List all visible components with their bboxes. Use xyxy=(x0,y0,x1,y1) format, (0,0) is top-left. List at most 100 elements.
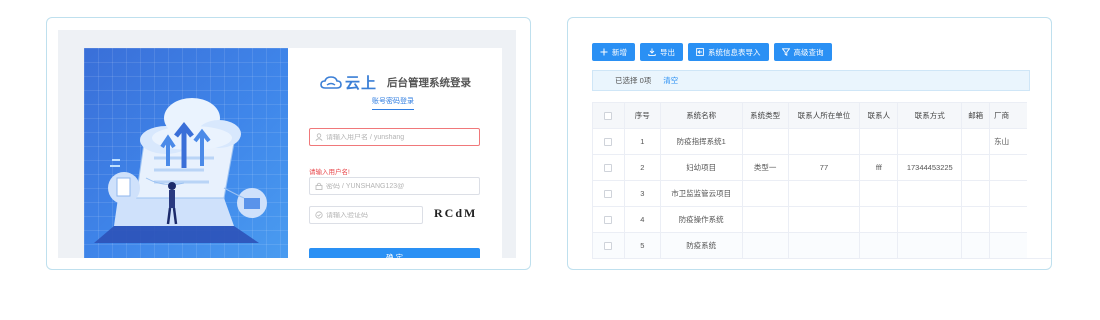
plus-icon xyxy=(600,48,608,56)
row-checkbox[interactable] xyxy=(604,190,613,198)
captcha-field[interactable] xyxy=(309,206,423,224)
cell-no: 3 xyxy=(623,180,661,207)
export-button[interactable]: 导出 xyxy=(640,43,683,61)
username-field[interactable] xyxy=(309,128,480,146)
row-select-cell[interactable] xyxy=(592,128,625,155)
column-header: 联系方式 xyxy=(897,102,963,129)
cell-name: 防疫操作系统 xyxy=(659,206,743,233)
toolbar: 新增 导出 系统信息表导入 高级查询 xyxy=(592,43,832,61)
select-all-checkbox[interactable] xyxy=(604,112,613,120)
selection-count: 已选择 0项 xyxy=(615,76,652,85)
username-input[interactable] xyxy=(326,133,466,141)
login-page-background: 云上 后台管理系统登录 账号密码登录 请输入用户名! xyxy=(58,30,516,258)
cell-unit xyxy=(787,180,861,207)
cell-phone xyxy=(897,180,963,207)
table-overflow-mask xyxy=(1027,98,1051,258)
cell-type: 类型一 xyxy=(741,154,789,181)
row-checkbox[interactable] xyxy=(604,164,613,172)
cell-no: 2 xyxy=(623,154,661,181)
advanced-search-button[interactable]: 高级查询 xyxy=(773,43,832,61)
brand-name: 云上 xyxy=(345,75,378,92)
cell-type xyxy=(741,128,789,155)
cell-name: 防疫指挥系统1 xyxy=(659,128,743,155)
brand-header: 云上 后台管理系统登录 xyxy=(320,72,471,93)
export-button-label: 导出 xyxy=(660,47,675,57)
row-select-cell[interactable] xyxy=(592,154,625,181)
username-error-message: 请输入用户名! xyxy=(309,169,350,176)
user-icon xyxy=(315,133,323,141)
cell-email xyxy=(961,180,991,207)
cell-unit xyxy=(787,232,861,259)
column-header: 系统名称 xyxy=(659,102,743,129)
password-field[interactable] xyxy=(309,177,480,195)
row-select-cell[interactable] xyxy=(592,180,625,207)
cloud-logo-icon xyxy=(320,75,342,89)
column-header: 联系人 xyxy=(859,102,899,129)
download-icon xyxy=(648,48,656,56)
systems-table: 序号 系统名称 系统类型 联系人所在单位 联系人 联系方式 邮箱 厂商 1 防疫… xyxy=(592,102,1051,259)
cell-no: 5 xyxy=(623,232,661,259)
row-checkbox[interactable] xyxy=(604,216,613,224)
column-header: 联系人所在单位 xyxy=(787,102,861,129)
clear-selection-link[interactable]: 清空 xyxy=(663,75,678,86)
login-screenshot-panel: 云上 后台管理系统登录 账号密码登录 请输入用户名! xyxy=(46,17,531,270)
cell-no: 4 xyxy=(623,206,661,233)
cell-email xyxy=(961,206,991,233)
import-button-label: 系统信息表导入 xyxy=(708,47,761,57)
table-row[interactable]: 4 防疫操作系统 xyxy=(592,206,1051,233)
cell-phone xyxy=(897,128,963,155)
cell-type xyxy=(741,180,789,207)
cell-name: 防疫系统 xyxy=(659,232,743,259)
column-header: 邮箱 xyxy=(961,102,991,129)
tab-account-password[interactable]: 账号密码登录 xyxy=(372,96,414,110)
table-row[interactable]: 5 防疫系统 xyxy=(592,232,1051,259)
cloud-laptop-illustration xyxy=(84,48,288,258)
advanced-search-button-label: 高级查询 xyxy=(793,47,824,57)
cell-email xyxy=(961,232,991,259)
cell-phone xyxy=(897,206,963,233)
cell-phone xyxy=(897,232,963,259)
row-select-cell[interactable] xyxy=(592,206,625,233)
add-button[interactable]: 新增 xyxy=(592,43,635,61)
table-row[interactable]: 2 妇幼项目 类型一 77 fff 17344453225 xyxy=(592,154,1051,181)
add-button-label: 新增 xyxy=(612,47,627,57)
import-button[interactable]: 系统信息表导入 xyxy=(688,43,769,61)
captcha-image[interactable]: RCdM xyxy=(434,206,477,221)
cell-contact xyxy=(859,232,899,259)
password-input[interactable] xyxy=(326,182,466,190)
cell-contact: fff xyxy=(859,154,899,181)
login-card: 云上 后台管理系统登录 账号密码登录 请输入用户名! xyxy=(288,48,502,258)
selection-info-bar: 已选择 0项 清空 xyxy=(592,70,1030,91)
cell-contact xyxy=(859,206,899,233)
cell-name: 妇幼项目 xyxy=(659,154,743,181)
row-checkbox[interactable] xyxy=(604,138,613,146)
import-icon xyxy=(696,48,704,56)
login-title: 后台管理系统登录 xyxy=(387,77,472,89)
cell-no: 1 xyxy=(623,128,661,155)
cell-unit xyxy=(787,128,861,155)
lock-icon xyxy=(315,182,323,190)
table-row[interactable]: 3 市卫监监管云项目 xyxy=(592,180,1051,207)
column-header: 系统类型 xyxy=(741,102,789,129)
cell-email xyxy=(961,128,991,155)
cell-type xyxy=(741,206,789,233)
cell-contact xyxy=(859,180,899,207)
cell-email xyxy=(961,154,991,181)
row-checkbox[interactable] xyxy=(604,242,613,250)
table-header-row: 序号 系统名称 系统类型 联系人所在单位 联系人 联系方式 邮箱 厂商 xyxy=(592,102,1051,129)
captcha-input[interactable] xyxy=(326,211,416,219)
cell-type xyxy=(741,232,789,259)
filter-icon xyxy=(781,48,790,56)
cell-unit: 77 xyxy=(787,154,861,181)
cell-name: 市卫监监管云项目 xyxy=(659,180,743,207)
cell-contact xyxy=(859,128,899,155)
column-header: 序号 xyxy=(623,102,661,129)
table-screenshot-panel: 新增 导出 系统信息表导入 高级查询 已选择 0项 清空 序号 系统名称 系统类… xyxy=(567,17,1052,270)
shield-icon xyxy=(315,211,323,219)
table-row[interactable]: 1 防疫指挥系统1 东山 xyxy=(592,128,1051,155)
cell-unit xyxy=(787,206,861,233)
select-all-cell[interactable] xyxy=(592,102,625,129)
login-submit-button[interactable]: 确 定 xyxy=(309,248,480,258)
row-select-cell[interactable] xyxy=(592,232,625,259)
cell-phone: 17344453225 xyxy=(897,154,963,181)
